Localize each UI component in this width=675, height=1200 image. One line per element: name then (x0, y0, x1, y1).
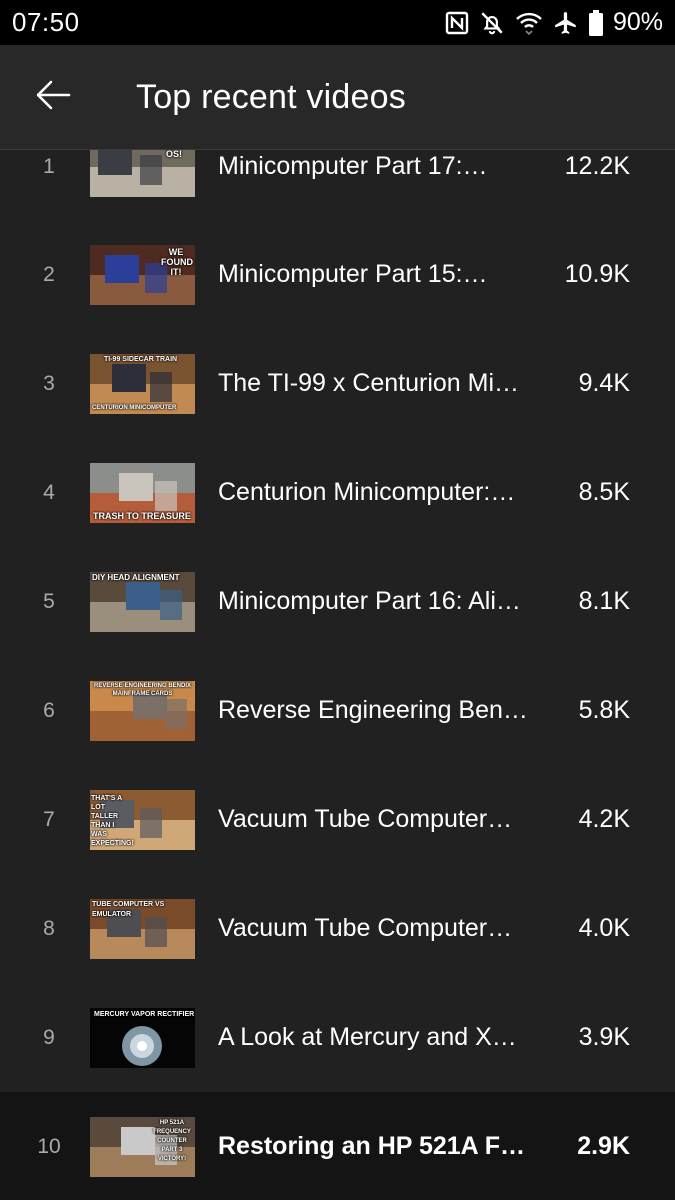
video-title: A Look at Mercury and X… (218, 1023, 517, 1051)
thumbnail-caption: TUBE COMPUTER VS EMULATOR (92, 900, 165, 918)
video-thumbnail[interactable]: DIY HEAD ALIGNMENT (90, 571, 195, 632)
video-title: The TI-99 x Centurion Mi… (218, 369, 520, 397)
video-views: 5.8K (578, 696, 630, 724)
video-row[interactable]: 4 TRASH TO TREASURE Centurion Minicomputer… (0, 438, 675, 547)
back-button[interactable] (0, 45, 100, 149)
video-thumbnail[interactable]: TRASH TO TREASURE (90, 462, 195, 523)
video-views: 12.2K (564, 152, 630, 180)
video-thumbnail[interactable]: WE FOUND IT! (90, 244, 195, 305)
video-row[interactable]: 1 IS THE OS! Minicomputer Part 17:… 12.2K (0, 150, 675, 221)
video-list: 1 IS THE OS! Minicomputer Part 17:… 12.2K 2 W… (0, 150, 675, 1200)
battery-percent: 90% (612, 8, 663, 36)
video-thumbnail[interactable]: MERCURY VAPOR RECTIFIER (90, 1007, 195, 1068)
arrow-left-icon (35, 79, 71, 116)
video-views: 2.9K (577, 1132, 630, 1160)
video-title: Centurion Minicomputer:… (218, 478, 516, 506)
thumbnail-caption: WE FOUND IT! (161, 246, 193, 277)
video-title: Minicomputer Part 16: Ali… (218, 587, 521, 615)
video-rank: 7 (43, 807, 55, 831)
video-views: 3.9K (578, 1023, 630, 1051)
video-rank: 6 (43, 698, 55, 722)
video-thumbnail[interactable]: THAT'S A LOT TALLER THAN I WAS EXPECTING… (90, 789, 195, 850)
video-row[interactable]: 8 TUBE COMPUTER VS EMULATOR Vacuum Tube Co… (0, 874, 675, 983)
video-thumbnail[interactable]: REVERSE-ENGINEERING BENDIX MAINFRAME CAR… (90, 680, 195, 741)
video-row[interactable]: 3 TI-99 SIDECAR TRAIN CENTURION MINICOMPUT… (0, 329, 675, 438)
video-views: 9.4K (578, 369, 630, 397)
video-title: Vacuum Tube Computer… (218, 805, 513, 833)
nfc-icon (445, 11, 469, 35)
video-row[interactable]: 9 MERCURY VAPOR RECTIFIER A Look at Mercur… (0, 983, 675, 1092)
video-thumbnail[interactable]: HP 521A FREQUENCY COUNTER PART 3 VICTORY… (90, 1116, 195, 1177)
status-time: 07:50 (12, 7, 80, 37)
video-views: 10.9K (564, 260, 630, 288)
video-title: Vacuum Tube Computer… (218, 914, 513, 942)
airplane-icon (553, 10, 579, 36)
video-row[interactable]: 2 WE FOUND IT! Minicomputer Part 15:… 10.9K (0, 220, 675, 329)
video-row[interactable]: 6 REVERSE-ENGINEERING BENDIX MAINFRAME CA… (0, 656, 675, 765)
thumbnail-caption: DIY HEAD ALIGNMENT (92, 572, 180, 582)
thumbnail-caption: REVERSE-ENGINEERING BENDIX MAINFRAME CAR… (93, 682, 192, 697)
video-views: 8.1K (578, 587, 630, 615)
video-rank: 9 (43, 1025, 55, 1049)
video-rank: 3 (43, 371, 55, 395)
thumbnail-caption: HP 521A FREQUENCY COUNTER PART 3 VICTORY… (153, 1119, 191, 1162)
thumbnail-caption: MERCURY VAPOR RECTIFIER (94, 1010, 195, 1018)
video-thumbnail[interactable]: TI-99 SIDECAR TRAIN CENTURION MINICOMPUTE… (90, 353, 195, 414)
thumbnail-caption: CENTURION MINICOMPUTER (92, 404, 177, 411)
video-title: Reverse Engineering Ben… (218, 696, 528, 724)
battery-icon (588, 9, 603, 36)
app-bar: Top recent videos (0, 45, 675, 150)
page-title: Top recent videos (136, 77, 406, 116)
video-views: 4.0K (578, 914, 630, 942)
video-views: 4.2K (578, 805, 630, 833)
video-thumbnail[interactable]: TUBE COMPUTER VS EMULATOR (90, 898, 195, 959)
video-row[interactable]: 5 DIY HEAD ALIGNMENT Minicomputer Part 16:… (0, 547, 675, 656)
video-rank: 8 (43, 916, 55, 940)
video-rank: 4 (43, 480, 55, 504)
video-rank: 1 (43, 154, 55, 178)
video-rank: 10 (37, 1134, 61, 1158)
thumbnail-caption: IS THE OS! (165, 150, 182, 159)
status-bar: 07:50 90% (0, 0, 675, 45)
status-icons: 90% (445, 8, 663, 37)
video-thumbnail[interactable]: IS THE OS! (90, 150, 195, 197)
video-views: 8.5K (578, 478, 630, 506)
bell-off-icon (479, 10, 505, 36)
wifi-icon (515, 10, 543, 36)
video-row[interactable]: 7 THAT'S A LOT TALLER THAN I WAS EXPECTIN… (0, 765, 675, 874)
thumbnail-caption: TRASH TO TREASURE (93, 510, 191, 521)
video-title: Restoring an HP 521A Fr… (218, 1132, 528, 1160)
thumbnail-caption: THAT'S A LOT TALLER THAN I WAS EXPECTING… (91, 794, 134, 847)
video-rank: 5 (43, 589, 55, 613)
video-title: Minicomputer Part 17:… (218, 152, 488, 180)
thumbnail-caption: TI-99 SIDECAR TRAIN (104, 355, 178, 363)
video-row[interactable]: 10 HP 521A FREQUENCY COUNTER PART 3 VICTO… (0, 1092, 675, 1200)
video-rank: 2 (43, 262, 55, 286)
video-title: Minicomputer Part 15:… (218, 260, 488, 288)
